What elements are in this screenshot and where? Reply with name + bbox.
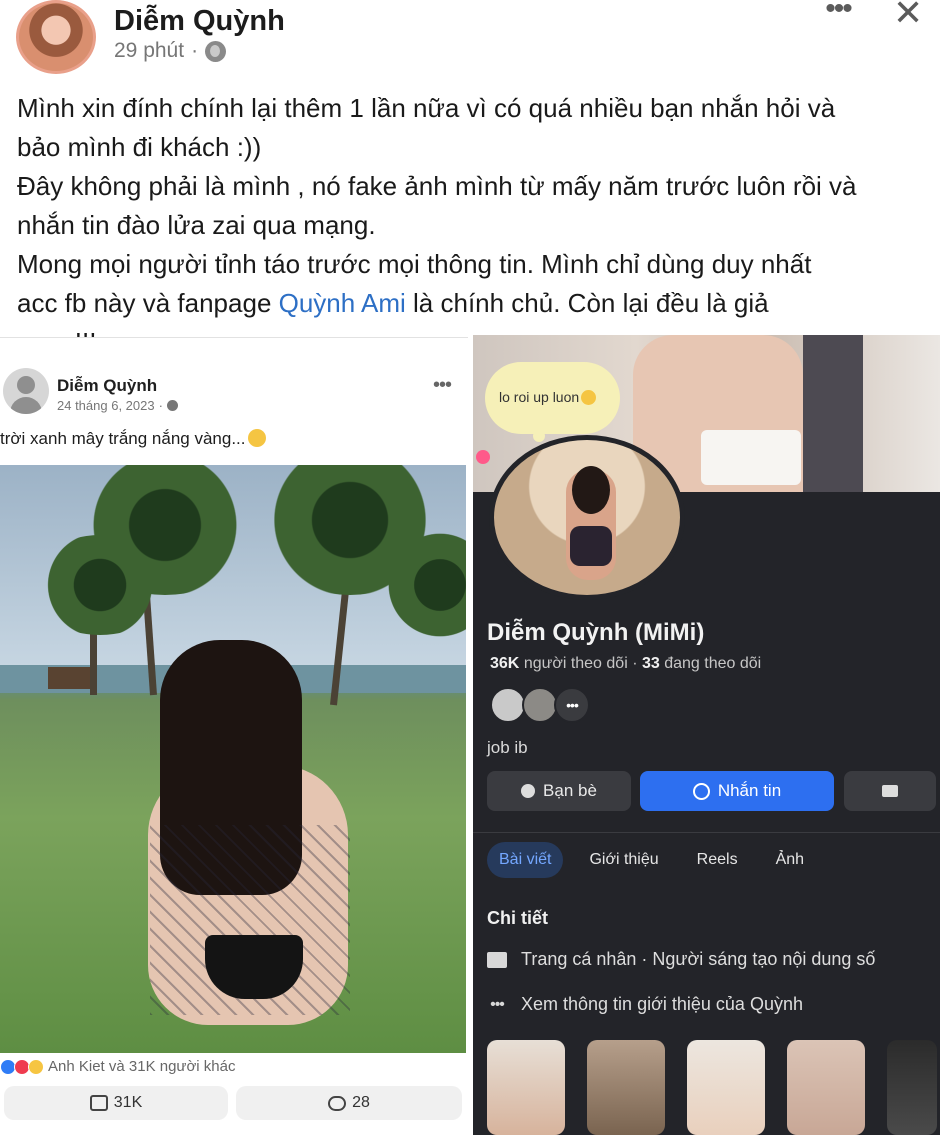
screenshot-post-date: 24 tháng 6, 2023 · (57, 398, 178, 413)
post-meta: 29 phút · (114, 39, 227, 63)
like-button[interactable]: 31K (4, 1086, 228, 1120)
screenshot-author-name: Diễm Quỳnh (57, 376, 158, 395)
comment-count: 28 (352, 1094, 370, 1111)
photo-thumbnail (787, 1040, 865, 1135)
detail-more-text: Xem thông tin giới thiệu của Quỳnh (521, 994, 803, 1014)
close-icon[interactable]: ✕ (893, 0, 923, 31)
followers-count: 36K (490, 655, 520, 672)
post-text-line: acc fb này và fanpage Quỳnh Ami là chính… (17, 284, 922, 323)
more-options-button (844, 771, 936, 811)
profile-stats: 36K người theo dõi · 33 đang theo dõi (490, 655, 761, 673)
palm-tree (30, 535, 170, 635)
thumbs-up-icon (89, 1095, 108, 1111)
flushed-emoji-icon (247, 429, 266, 447)
attached-image-left[interactable]: Diễm Quỳnh 24 tháng 6, 2023 · ••• trời x… (0, 337, 468, 1135)
story-dot-icon (476, 450, 490, 464)
like-count: 31K (113, 1094, 143, 1111)
avatar (3, 368, 49, 414)
post-text-segment: acc fb này và fanpage (17, 288, 279, 318)
reaction-summary[interactable]: Anh Kiet và 31K người khác (0, 1058, 236, 1075)
more-horizontal-icon: ••• (433, 374, 452, 396)
photo-thumbnail (587, 1040, 665, 1135)
meta-separator: · (191, 39, 199, 62)
stats-separator: · (632, 655, 638, 672)
profile-tabs: Bài viết Giới thiệu Reels Ảnh (487, 842, 816, 878)
id-card-icon (487, 951, 507, 968)
detail-text: Trang cá nhân · Người sáng tạo nội dung … (521, 949, 875, 970)
globe-icon (205, 40, 227, 62)
cover-top (701, 430, 801, 485)
mutual-friends: ••• (490, 687, 590, 723)
tab-about: Giới thiệu (589, 851, 659, 868)
detail-see-about: ••• Xem thông tin giới thiệu của Quỳnh (487, 994, 803, 1015)
screenshot-date-text: 24 tháng 6, 2023 (57, 398, 155, 413)
note-bubble: lo roi up luon (485, 362, 620, 452)
more-horizontal-icon[interactable]: ••• (822, 0, 854, 26)
haha-reaction-icon (28, 1058, 44, 1075)
details-title: Chi tiết (487, 908, 548, 928)
following-label: đang theo dõi (664, 655, 762, 672)
comment-icon (328, 1095, 347, 1111)
friends-button-label: Bạn bè (543, 781, 597, 800)
detail-strong: Trang cá nhân (521, 949, 637, 969)
beach-photo (0, 465, 466, 1053)
note-text: lo roi up luon (499, 389, 580, 405)
reactions-text: Anh Kiet và 31K người khác (48, 1058, 236, 1075)
profile-avatar (489, 435, 685, 600)
avatar-person (566, 466, 616, 580)
person-check-icon (521, 784, 536, 798)
tab-photos: Ảnh (775, 851, 805, 868)
photo-thumbnail (687, 1040, 765, 1135)
screenshot-caption: trời xanh mây trắng nắng vàng... (0, 429, 266, 449)
tab-posts: Bài viết (487, 842, 564, 878)
comment-button[interactable]: 28 (236, 1086, 462, 1120)
tab-reels: Reels (696, 851, 738, 868)
friends-button: Bạn bè (487, 771, 631, 811)
caption-text: trời xanh mây trắng nắng vàng... (0, 429, 246, 448)
fanpage-link[interactable]: Quỳnh Ami (279, 288, 406, 318)
post-text-line: Mong mọi người tỉnh táo trước mọi thông … (17, 249, 812, 279)
profile-bio: job ib (487, 738, 528, 757)
photo-thumbnails (487, 1040, 937, 1135)
following-count: 33 (641, 655, 660, 672)
cover-jacket (803, 335, 863, 492)
post-text-line: Mình xin đính chính lại thêm 1 lần nữa v… (17, 93, 836, 123)
facebook-post: Diễm Quỳnh 29 phút · ••• ✕ Mình xin đính… (0, 0, 940, 1135)
post-author-name[interactable]: Diễm Quỳnh (114, 5, 285, 38)
post-text-line: Đây không phải là mình , nó fake ảnh mìn… (17, 171, 857, 201)
post-text-line: bảo mình đi khách :)) (17, 132, 262, 162)
message-button: Nhắn tin (640, 771, 834, 811)
post-text-line: nhắn tin đào lửa zai qua mạng. (17, 210, 376, 240)
photo-thumbnail (487, 1040, 565, 1135)
detail-profile-type: Trang cá nhân · Người sáng tạo nội dung … (487, 949, 875, 970)
avatar (490, 687, 526, 723)
swimwear (205, 935, 303, 999)
grin-sweat-emoji-icon (581, 390, 597, 405)
profile-name: Diễm Quỳnh (MiMi) (487, 619, 705, 646)
messenger-icon (692, 782, 710, 800)
date-separator: · (158, 398, 163, 413)
photo-thumbnail (887, 1040, 937, 1135)
message-button-label: Nhắn tin (717, 781, 782, 800)
divider (473, 832, 940, 833)
post-text-segment: là chính chủ. Còn lại đều là giả (405, 288, 769, 318)
more-horizontal-icon: ••• (554, 687, 590, 723)
detail-rest: · Người sáng tạo nội dung số (636, 949, 876, 969)
post-time[interactable]: 29 phút (114, 39, 184, 63)
hand-pointing-icon (882, 785, 898, 797)
author-avatar[interactable] (16, 0, 96, 74)
post-text: Mình xin đính chính lại thêm 1 lần nữa v… (17, 89, 922, 362)
more-horizontal-icon: ••• (490, 995, 505, 1013)
beach-hut (48, 667, 90, 689)
followers-label: người theo dõi (523, 655, 628, 672)
avatar (522, 687, 558, 723)
globe-icon (166, 400, 178, 411)
attached-image-right[interactable]: lo roi up luon Diễm Quỳnh (MiMi) 36K ngư… (473, 335, 940, 1135)
